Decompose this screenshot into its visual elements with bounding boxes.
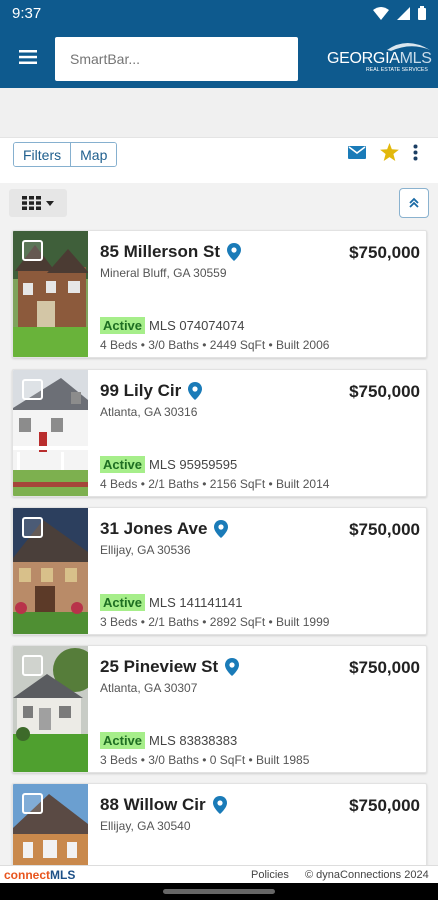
mls-number: MLS 074074074 <box>149 318 245 333</box>
listing-city: Mineral Bluff, GA 30559 <box>100 266 227 280</box>
status-badge: Active <box>100 732 146 749</box>
signal-icon <box>397 6 410 20</box>
listing-city: Ellijay, GA 30540 <box>100 819 191 833</box>
status-bar: 9:37 <box>0 0 438 26</box>
listing-address-row: 25 Pineview St <box>100 657 240 677</box>
toolbar-actions <box>348 143 418 161</box>
map-button[interactable]: Map <box>70 143 117 166</box>
view-toggle-group: Filters Map <box>13 142 118 167</box>
listing-photo <box>13 508 88 634</box>
app-footer: connectMLS Policies © dynaConnections 20… <box>0 865 438 883</box>
more-vert-icon[interactable] <box>413 144 418 161</box>
listing-details: 4 Beds • 3/0 Baths • 2449 SqFt • Built 2… <box>100 338 330 352</box>
listing-details: 3 Beds • 2/1 Baths • 2892 SqFt • Built 1… <box>100 615 330 629</box>
filters-button[interactable]: Filters <box>14 143 71 166</box>
hamburger-icon <box>18 50 37 64</box>
status-time: 9:37 <box>12 4 42 22</box>
select-checkbox[interactable] <box>22 655 43 676</box>
map-pin-icon[interactable] <box>214 520 229 538</box>
menu-button[interactable] <box>0 26 55 88</box>
listing-status-row: Active MLS 074074074 <box>100 317 244 334</box>
grid-icon <box>22 196 41 210</box>
status-badge: Active <box>100 317 146 334</box>
listing-address-row: 31 Jones Ave <box>100 519 229 539</box>
mail-icon[interactable] <box>348 145 366 159</box>
caret-down-icon <box>46 200 54 206</box>
listing-address-row: 85 Millerson St <box>100 242 241 262</box>
app-bar: GEORGIAMLS REAL ESTATE SERVICES <box>0 26 438 88</box>
map-pin-icon[interactable] <box>226 243 241 261</box>
listing-address: 88 Willow Cir <box>100 795 206 814</box>
listing-city: Ellijay, GA 30536 <box>100 543 191 557</box>
listing-card[interactable]: 31 Jones Ave Ellijay, GA 30536 $750,000 … <box>12 507 427 635</box>
listing-photo <box>13 784 88 865</box>
star-icon[interactable] <box>380 143 399 161</box>
listing-address-row: 99 Lily Cir <box>100 381 203 401</box>
select-checkbox[interactable] <box>22 379 43 400</box>
listing-details: 4 Beds • 2/1 Baths • 2156 SqFt • Built 2… <box>100 477 330 491</box>
layout-dropdown-button[interactable] <box>9 189 67 217</box>
wifi-icon <box>373 6 389 20</box>
status-icons <box>373 6 426 20</box>
collapse-button[interactable] <box>399 188 429 218</box>
map-pin-icon[interactable] <box>212 796 227 814</box>
listing-address: 85 Millerson St <box>100 242 220 261</box>
listing-card[interactable]: 85 Millerson St Mineral Bluff, GA 30559 … <box>12 230 427 358</box>
listing-address: 99 Lily Cir <box>100 381 182 400</box>
map-pin-icon[interactable] <box>225 658 240 676</box>
home-gesture-handle[interactable] <box>163 889 275 894</box>
listing-address-row: 88 Willow Cir <box>100 795 227 815</box>
svg-text:REAL ESTATE SERVICES: REAL ESTATE SERVICES <box>366 67 428 73</box>
double-chevron-up-icon <box>409 197 419 208</box>
listing-photo <box>13 646 88 772</box>
system-nav-bar <box>0 883 438 900</box>
status-badge: Active <box>100 594 146 611</box>
map-pin-icon[interactable] <box>188 382 203 400</box>
brand-part-1: connect <box>4 868 51 882</box>
listing-status-row: Active MLS 141141141 <box>100 594 243 611</box>
listing-price: $750,000 <box>349 796 420 815</box>
status-badge: Active <box>100 456 146 473</box>
mls-number: MLS 83838383 <box>149 733 238 748</box>
svg-text:GEORGIAMLS: GEORGIAMLS <box>327 50 432 67</box>
battery-icon <box>418 6 426 20</box>
connect-mls-brand: connectMLS <box>4 868 75 882</box>
listing-price: $750,000 <box>349 520 420 539</box>
georgia-mls-logo: GEORGIAMLS REAL ESTATE SERVICES <box>325 40 435 74</box>
select-checkbox[interactable] <box>22 517 43 538</box>
listing-price: $750,000 <box>349 382 420 401</box>
select-checkbox[interactable] <box>22 793 43 814</box>
listing-address: 25 Pineview St <box>100 657 219 676</box>
copyright-text: © dynaConnections 2024 <box>305 869 429 881</box>
listing-photo <box>13 370 88 496</box>
select-checkbox[interactable] <box>22 240 43 261</box>
listing-card[interactable]: 88 Willow Cir Ellijay, GA 30540 $750,000 <box>12 783 427 865</box>
listing-card[interactable]: 99 Lily Cir Atlanta, GA 30316 $750,000 A… <box>12 369 427 497</box>
listing-details: 3 Beds • 3/0 Baths • 0 SqFt • Built 1985 <box>100 753 310 767</box>
listing-price: $750,000 <box>349 243 420 262</box>
listing-address: 31 Jones Ave <box>100 519 208 538</box>
listing-city: Atlanta, GA 30307 <box>100 681 198 695</box>
listing-results: 85 Millerson St Mineral Bluff, GA 30559 … <box>0 183 438 865</box>
results-toolbar: Filters Map <box>0 138 438 183</box>
mls-number: MLS 95959595 <box>149 457 238 472</box>
listing-card[interactable]: 25 Pineview St Atlanta, GA 30307 $750,00… <box>12 645 427 773</box>
smartbar-search-input[interactable] <box>55 37 298 81</box>
policies-link[interactable]: Policies <box>251 869 289 881</box>
listing-city: Atlanta, GA 30316 <box>100 405 198 419</box>
header-spacer <box>0 88 438 138</box>
listing-status-row: Active MLS 95959595 <box>100 456 237 473</box>
listing-photo <box>13 231 88 357</box>
listing-price: $750,000 <box>349 658 420 677</box>
brand-part-2: MLS <box>50 868 76 882</box>
listing-status-row: Active MLS 83838383 <box>100 732 237 749</box>
mls-number: MLS 141141141 <box>149 595 243 610</box>
